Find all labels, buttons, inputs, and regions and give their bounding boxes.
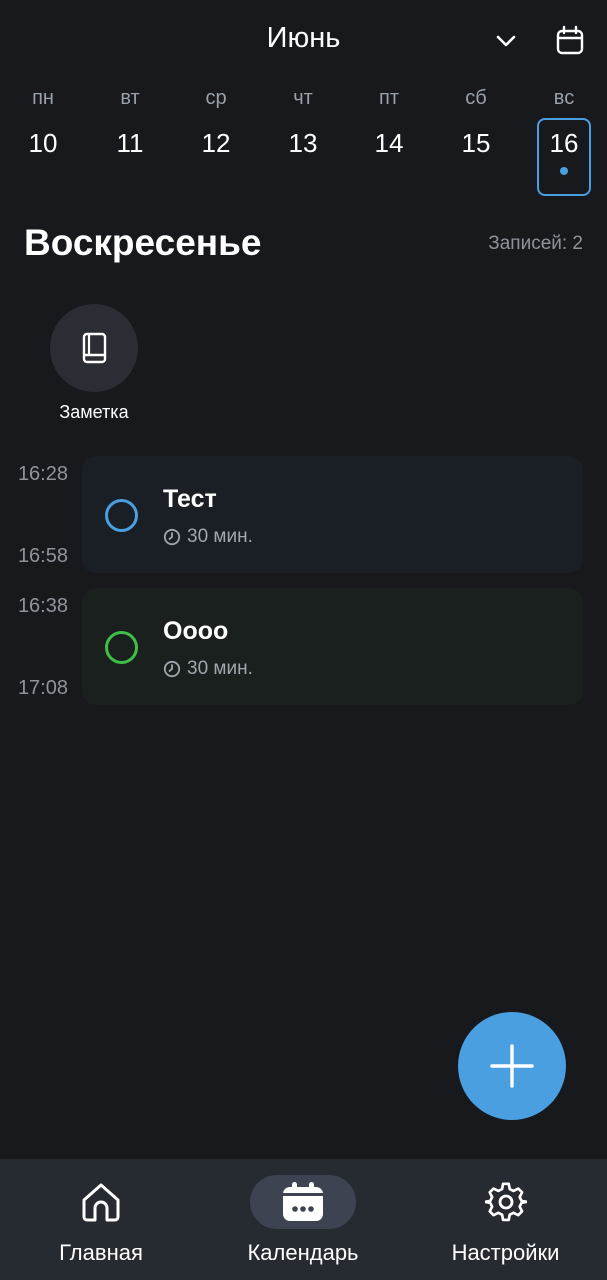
event-end-time: 17:08: [17, 677, 68, 699]
day-mon[interactable]: пн 10: [16, 84, 70, 194]
nav-label: Календарь: [247, 1240, 359, 1265]
nav-label: Настройки: [451, 1240, 560, 1265]
has-events-dot: [560, 167, 568, 175]
day-sat[interactable]: сб 15: [449, 84, 503, 194]
event-card[interactable]: Оооо 30 мин.: [82, 588, 583, 705]
day-number: 11: [116, 128, 144, 158]
event-start-time: 16:28: [17, 463, 68, 485]
event-status-toggle[interactable]: [105, 631, 138, 664]
bottom-navigation: Главная Календарь Настройки: [0, 1159, 607, 1280]
day-number: 15: [461, 128, 491, 158]
day-tue[interactable]: вт 11: [103, 84, 157, 194]
duration-text: 30 мин.: [187, 658, 253, 679]
day-title: Воскресенье: [24, 222, 262, 263]
month-dropdown-button[interactable]: [489, 24, 523, 58]
day-thu[interactable]: чт 13: [276, 84, 330, 194]
header: Июнь: [0, 0, 607, 80]
day-sun-selected[interactable]: вс 16: [537, 84, 591, 196]
nav-icon-container: [453, 1175, 559, 1229]
day-number: 16: [549, 128, 579, 158]
day-of-week: чт: [293, 87, 313, 109]
day-number: 10: [28, 128, 58, 158]
note-label: Заметка: [59, 402, 129, 422]
event-card[interactable]: Тест 30 мин.: [82, 456, 583, 573]
day-of-week: пн: [32, 87, 54, 109]
gear-icon: [484, 1182, 527, 1222]
day-of-week: ср: [205, 87, 227, 109]
event-duration: 30 мин.: [163, 658, 253, 680]
calendar-icon: [556, 25, 584, 55]
day-of-week: вс: [553, 87, 575, 109]
event-title: Тест: [163, 485, 217, 513]
duration-text: 30 мин.: [187, 526, 253, 547]
day-fri[interactable]: пт 14: [362, 84, 416, 194]
day-number: 14: [374, 128, 404, 158]
week-strip: пн 10 вт 11 ср 12 чт 13 пт 14 сб 15 вс 1…: [0, 84, 607, 196]
day-number: 12: [201, 128, 231, 158]
nav-item-calendar[interactable]: Календарь: [202, 1159, 404, 1280]
nav-item-settings[interactable]: Настройки: [404, 1159, 607, 1280]
nav-icon-container: [48, 1175, 154, 1229]
home-icon: [82, 1183, 120, 1222]
day-number: 13: [288, 128, 318, 158]
day-of-week: вт: [120, 87, 140, 109]
calendar-icon: [283, 1182, 323, 1221]
open-calendar-button[interactable]: [551, 22, 589, 60]
event-duration: 30 мин.: [163, 526, 253, 548]
event-title: Оооо: [163, 617, 229, 645]
event-status-toggle[interactable]: [105, 499, 138, 532]
day-of-week: пт: [379, 87, 399, 109]
nav-label: Главная: [59, 1240, 143, 1265]
day-of-week: сб: [465, 87, 487, 109]
book-icon: [82, 332, 107, 364]
clock-icon: [163, 528, 181, 546]
chevron-down-icon: [496, 35, 516, 47]
add-entry-button[interactable]: [458, 1012, 566, 1120]
clock-icon: [163, 660, 181, 678]
note-icon-circle: [50, 304, 138, 392]
event-end-time: 16:58: [17, 545, 68, 567]
plus-icon: [490, 1044, 534, 1088]
entries-count: Записей: 2: [488, 233, 583, 254]
add-note-button[interactable]: Заметка: [40, 304, 148, 423]
event-start-time: 16:38: [17, 595, 68, 617]
day-wed[interactable]: ср 12: [189, 84, 243, 194]
nav-item-home[interactable]: Главная: [0, 1159, 202, 1280]
nav-icon-container-active: [250, 1175, 356, 1229]
